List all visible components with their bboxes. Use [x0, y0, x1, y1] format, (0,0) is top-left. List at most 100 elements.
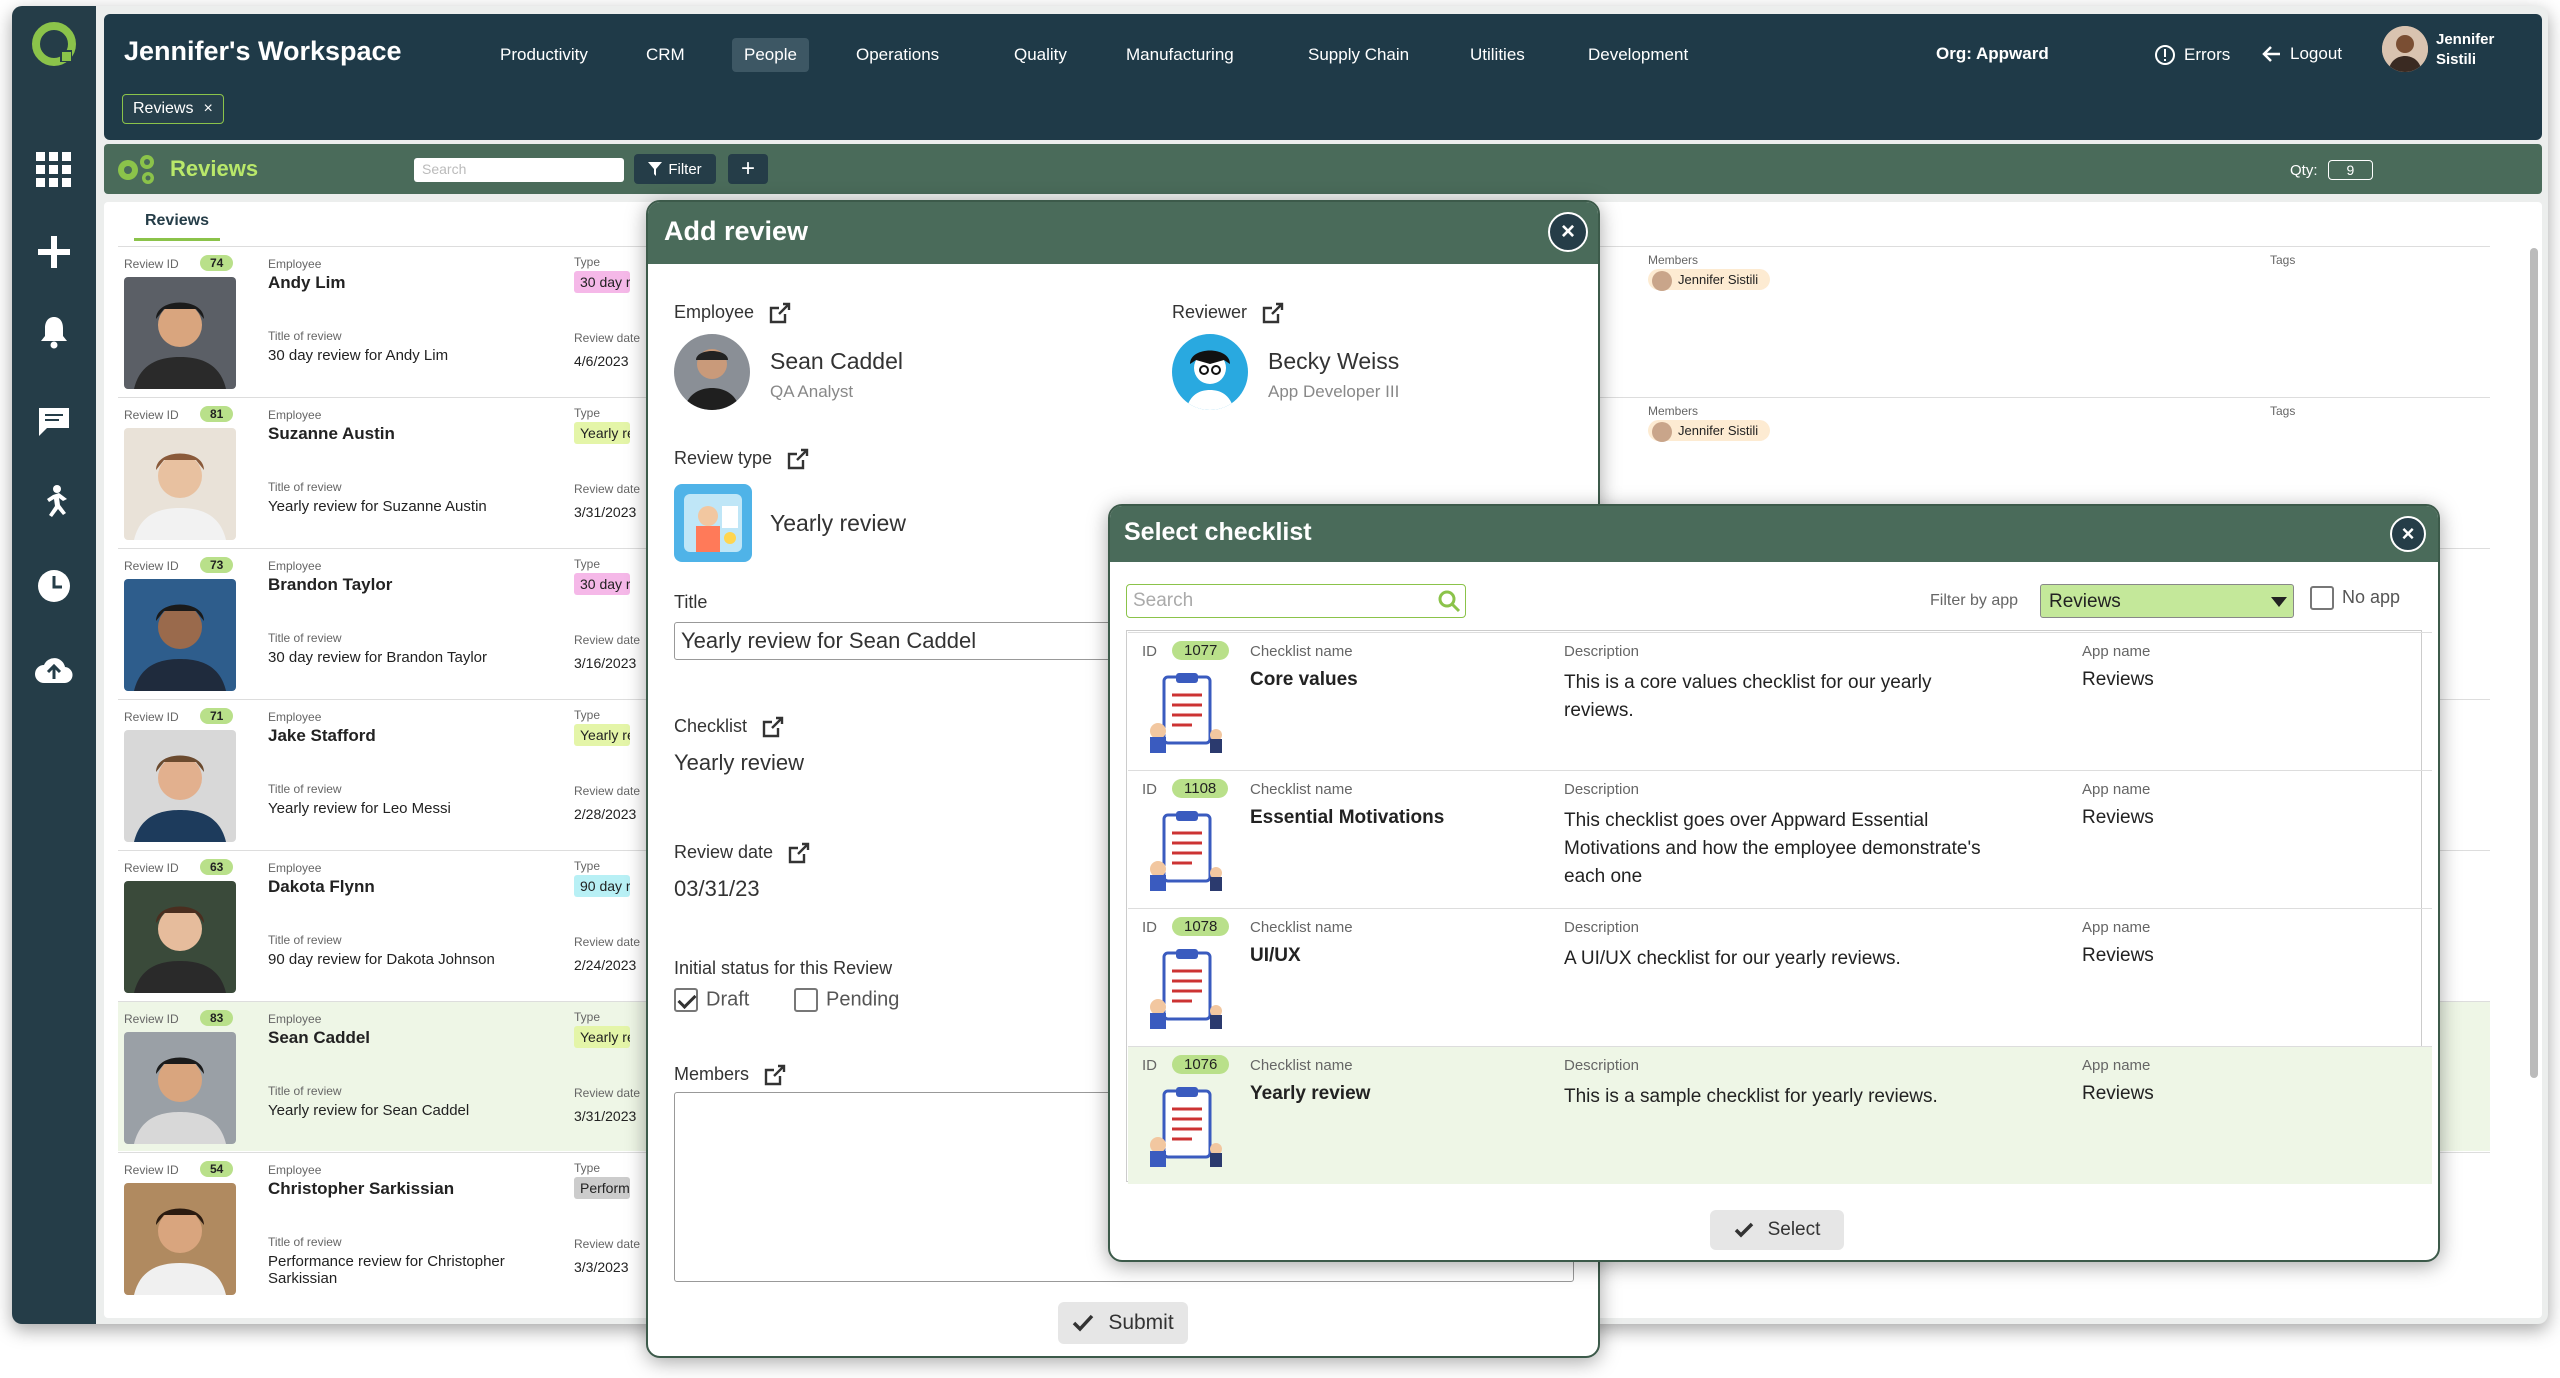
- nav-crm[interactable]: CRM: [634, 38, 697, 72]
- add-review-button[interactable]: +: [728, 154, 768, 184]
- close-icon: ×: [1560, 218, 1575, 245]
- review-type-badge: 30 day review: [574, 271, 630, 293]
- select-checklist-dialog: Select checklist × Search Filter by app …: [1108, 504, 2440, 1262]
- nav-people[interactable]: People: [732, 38, 809, 72]
- employee-label: Employee: [268, 559, 322, 573]
- external-link-icon[interactable]: [788, 842, 810, 864]
- nav-productivity[interactable]: Productivity: [488, 38, 600, 72]
- description-label: Description: [1564, 919, 1640, 936]
- open-tab-chip[interactable]: Reviews ×: [122, 94, 224, 124]
- funnel-icon: [648, 162, 663, 176]
- nav-supply-chain[interactable]: Supply Chain: [1296, 38, 1421, 72]
- app-toolbar: Reviews Search Filter + Qty: 9: [104, 144, 2542, 194]
- member-chip[interactable]: Jennifer Sistili: [1648, 420, 1771, 442]
- external-link-icon[interactable]: [787, 448, 809, 470]
- review-type-badge: Yearly review: [574, 1026, 630, 1048]
- logout-button[interactable]: Logout: [2262, 44, 2342, 64]
- select-label: Select: [1767, 1219, 1821, 1240]
- clock-icon[interactable]: [34, 566, 74, 606]
- nav-utilities[interactable]: Utilities: [1458, 38, 1537, 72]
- user-name[interactable]: Jennifer Sistili: [2436, 30, 2494, 70]
- id-label: ID: [1142, 1057, 1157, 1074]
- apps-grid-icon[interactable]: [34, 150, 74, 190]
- external-link-icon[interactable]: [762, 716, 784, 738]
- review-id-badge: 54: [200, 1161, 234, 1177]
- checklist-name-label: Checklist name: [1250, 919, 1353, 936]
- employee-photo: [124, 881, 236, 993]
- pending-checkbox[interactable]: [794, 988, 818, 1012]
- checklist-row[interactable]: ID 1077 Checklist name Core values Descr…: [1128, 632, 2432, 770]
- reviewer-label: Reviewer: [1172, 302, 1248, 322]
- nav-development[interactable]: Development: [1576, 38, 1700, 72]
- alert-circle-icon: [2155, 45, 2175, 65]
- cloud-upload-icon[interactable]: [34, 650, 74, 690]
- review-type-badge: 90 day review: [574, 875, 630, 897]
- chat-icon[interactable]: [34, 402, 74, 442]
- member-chip[interactable]: Jennifer Sistili: [1648, 269, 1771, 291]
- member-avatar: [1652, 422, 1672, 442]
- checklist-row[interactable]: ID 1108 Checklist name Essential Motivat…: [1128, 770, 2432, 908]
- user-first-name: Jennifer: [2436, 31, 2495, 48]
- filter-button[interactable]: Filter: [634, 154, 716, 184]
- add-icon[interactable]: [34, 232, 74, 272]
- user-avatar[interactable]: [2382, 26, 2428, 72]
- employee-role: QA Analyst: [770, 382, 854, 401]
- review-title: Yearly review for Suzanne Austin: [268, 498, 487, 515]
- app-name-label: App name: [2082, 919, 2151, 936]
- review-type-badge: 30 day review: [574, 573, 630, 595]
- checklist-description: A UI/UX checklist for our yearly reviews…: [1564, 948, 1901, 969]
- title-of-review-label: Title of review: [268, 1084, 342, 1098]
- app-name-label: App name: [2082, 1057, 2151, 1074]
- external-link-icon[interactable]: [1262, 302, 1284, 324]
- tab-reviews[interactable]: Reviews: [134, 212, 220, 241]
- title-of-review-label: Title of review: [268, 631, 342, 645]
- checklist-id-badge: 1078: [1172, 917, 1230, 936]
- submit-button[interactable]: Submit: [1058, 1302, 1188, 1344]
- bell-icon[interactable]: [34, 312, 74, 352]
- close-icon[interactable]: ×: [203, 100, 212, 118]
- checklist-app-name: Reviews: [2082, 669, 2154, 690]
- checklist-id-badge: 1077: [1172, 641, 1230, 660]
- no-app-label: No app: [2342, 586, 2401, 607]
- nav-manufacturing[interactable]: Manufacturing: [1114, 38, 1246, 72]
- running-person-icon[interactable]: [34, 482, 74, 522]
- close-checklist-button[interactable]: ×: [2390, 516, 2426, 552]
- review-title: 30 day review for Andy Lim: [268, 347, 449, 364]
- review-date-value[interactable]: 03/31/23: [674, 876, 760, 902]
- title-of-review-label: Title of review: [268, 480, 342, 494]
- errors-button[interactable]: Errors: [2154, 44, 2230, 66]
- close-icon: ×: [2401, 521, 2415, 546]
- no-app-checkbox[interactable]: [2310, 586, 2334, 610]
- status-draft-option[interactable]: Draft: [674, 988, 749, 1012]
- status-pending-option[interactable]: Pending: [794, 988, 899, 1012]
- app-filter-select[interactable]: Reviews: [2040, 584, 2294, 618]
- add-review-title: Add review: [648, 202, 1598, 264]
- checklist-row[interactable]: ID 1078 Checklist name UI/UX Description…: [1128, 908, 2432, 1046]
- employee-name: Sean Caddel: [770, 348, 903, 374]
- external-link-icon[interactable]: [769, 302, 791, 324]
- review-id-badge: 74: [200, 255, 234, 271]
- checklist-search-input[interactable]: Search: [1126, 584, 1466, 618]
- list-search-input[interactable]: Search: [414, 158, 624, 182]
- list-scrollbar[interactable]: [2530, 248, 2538, 1078]
- appward-logo-icon[interactable]: [30, 20, 78, 68]
- draft-checkbox[interactable]: [674, 988, 698, 1012]
- nav-operations[interactable]: Operations: [844, 38, 951, 72]
- review-id-label: Review ID: [124, 861, 179, 875]
- review-title: Yearly review for Leo Messi: [268, 800, 451, 817]
- close-dialog-button[interactable]: ×: [1548, 212, 1588, 252]
- checklist-app-name: Reviews: [2082, 1083, 2154, 1104]
- checklist-row[interactable]: ID 1076 Checklist name Yearly review Des…: [1128, 1046, 2432, 1184]
- select-button[interactable]: Select: [1710, 1210, 1844, 1250]
- app-filter-value: Reviews: [2049, 591, 2121, 612]
- checklist-description: This is a core values checklist for our …: [1564, 672, 1932, 721]
- review-type-badge: Yearly review: [574, 422, 630, 444]
- type-label: Type: [574, 406, 601, 420]
- status-label: Initial status for this Review: [674, 958, 893, 978]
- left-rail: [12, 6, 96, 1324]
- checklist-value[interactable]: Yearly review: [674, 750, 804, 776]
- nav-quality[interactable]: Quality: [1002, 38, 1079, 72]
- no-app-option[interactable]: No app: [2310, 586, 2400, 610]
- review-id-label: Review ID: [124, 1012, 179, 1026]
- external-link-icon[interactable]: [764, 1064, 786, 1086]
